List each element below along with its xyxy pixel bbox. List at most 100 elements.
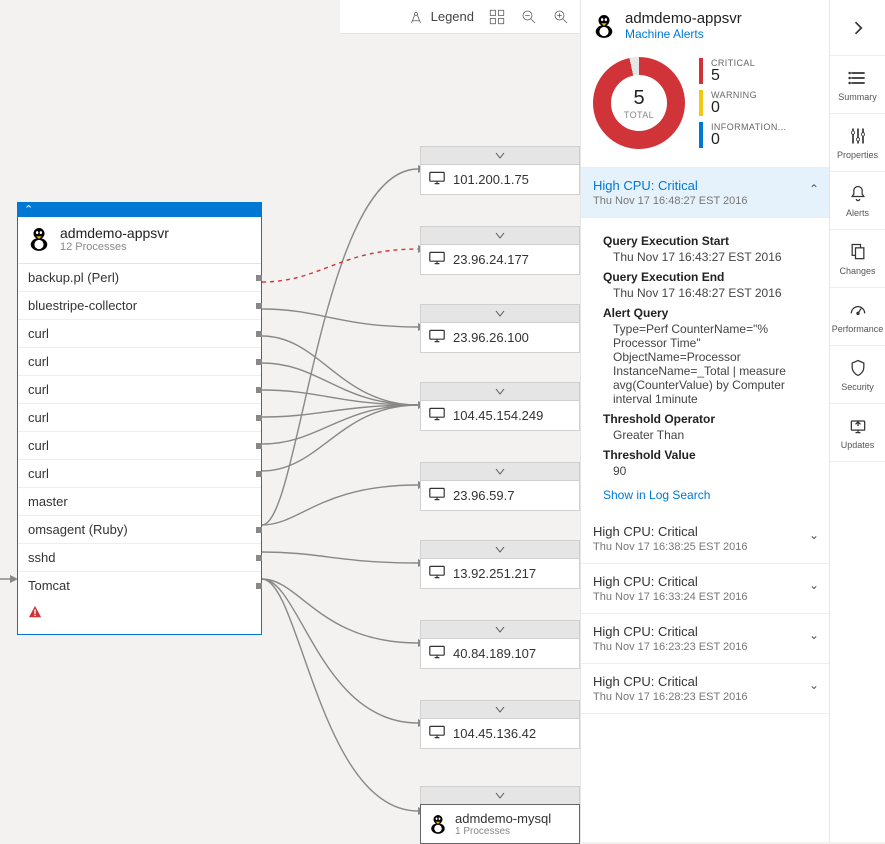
side-tab-security[interactable]: Security bbox=[830, 346, 885, 404]
side-tab-changes[interactable]: Changes bbox=[830, 230, 885, 288]
tab-label: Properties bbox=[837, 150, 878, 160]
side-tab-alerts[interactable]: Alerts bbox=[830, 172, 885, 230]
alert-time: Thu Nov 17 16:28:23 EST 2016 bbox=[593, 691, 817, 703]
target-label: 104.45.136.42 bbox=[453, 726, 536, 741]
target-collapse[interactable] bbox=[420, 304, 580, 322]
process-item[interactable]: curl bbox=[18, 460, 261, 488]
legend-button[interactable]: Legend bbox=[407, 8, 474, 26]
target-collapse[interactable] bbox=[420, 620, 580, 638]
alert-item[interactable]: High CPU: Critical Thu Nov 17 16:38:25 E… bbox=[581, 514, 829, 564]
target-label: 13.92.251.217 bbox=[453, 566, 536, 581]
target-collapse[interactable] bbox=[420, 786, 580, 804]
process-item[interactable]: curl bbox=[18, 376, 261, 404]
process-item[interactable]: bluestripe-collector bbox=[18, 292, 261, 320]
tab-label: Performance bbox=[832, 324, 884, 334]
process-item[interactable]: curl bbox=[18, 404, 261, 432]
alert-title: High CPU: Critical bbox=[593, 674, 817, 689]
tab-label: Security bbox=[841, 382, 874, 392]
zoom-in-button[interactable] bbox=[552, 8, 570, 26]
node-title: admdemo-appsvr bbox=[60, 225, 169, 241]
side-tab-updates[interactable]: Updates bbox=[830, 404, 885, 462]
count-critical: CRITICAL5 bbox=[699, 58, 786, 84]
chevron-down-icon: ⌄ bbox=[809, 678, 819, 692]
list-icon bbox=[848, 68, 868, 88]
target-collapse[interactable] bbox=[420, 540, 580, 558]
legend-icon bbox=[407, 8, 425, 26]
donut-chart: 5 TOTAL bbox=[593, 57, 685, 149]
process-item[interactable]: curl bbox=[18, 432, 261, 460]
zoom-out-button[interactable] bbox=[520, 8, 538, 26]
gauge-icon bbox=[848, 300, 868, 320]
process-item[interactable]: curl bbox=[18, 320, 261, 348]
sliders-icon bbox=[848, 126, 868, 146]
target-collapse[interactable] bbox=[420, 226, 580, 244]
collapse-icon: ⌃ bbox=[24, 203, 33, 216]
monitor-icon bbox=[429, 251, 445, 268]
linux-icon bbox=[429, 813, 447, 835]
process-item[interactable]: backup.pl (Perl) bbox=[18, 264, 261, 292]
field-label: Threshold Value bbox=[603, 448, 815, 462]
side-tab-performance[interactable]: Performance bbox=[830, 288, 885, 346]
target-node[interactable]: 40.84.189.107 bbox=[420, 620, 580, 669]
alert-item-expanded[interactable]: High CPU: Critical Thu Nov 17 16:48:27 E… bbox=[581, 168, 829, 218]
count-warning: WARNING0 bbox=[699, 90, 786, 116]
fit-icon bbox=[488, 8, 506, 26]
field-label: Threshold Operator bbox=[603, 412, 815, 426]
bell-icon bbox=[848, 184, 868, 204]
service-map-canvas[interactable]: Legend bbox=[0, 0, 580, 842]
target-node[interactable]: 101.200.1.75 bbox=[420, 146, 580, 195]
side-tab-summary[interactable]: Summary bbox=[830, 56, 885, 114]
tab-label: Alerts bbox=[846, 208, 869, 218]
target-node[interactable]: 23.96.59.7 bbox=[420, 462, 580, 511]
process-item[interactable]: curl bbox=[18, 348, 261, 376]
target-node[interactable]: 13.92.251.217 bbox=[420, 540, 580, 589]
chevron-right-icon bbox=[848, 18, 868, 38]
target-node[interactable]: 104.45.154.249 bbox=[420, 382, 580, 431]
target-collapse[interactable] bbox=[420, 382, 580, 400]
target-collapse[interactable] bbox=[420, 700, 580, 718]
zoom-in-icon bbox=[552, 8, 570, 26]
alert-item[interactable]: High CPU: Critical Thu Nov 17 16:23:23 E… bbox=[581, 614, 829, 664]
alert-summary: 5 TOTAL CRITICAL5 WARNING0 INFORMATION..… bbox=[581, 47, 829, 168]
chevron-down-icon bbox=[495, 232, 505, 240]
alert-item[interactable]: High CPU: Critical Thu Nov 17 16:28:23 E… bbox=[581, 664, 829, 714]
canvas-toolbar: Legend bbox=[340, 0, 580, 34]
fit-button[interactable] bbox=[488, 8, 506, 26]
target-node[interactable]: 23.96.24.177 bbox=[420, 226, 580, 275]
process-item[interactable]: sshd bbox=[18, 544, 261, 572]
update-icon bbox=[848, 416, 868, 436]
legend-label: Legend bbox=[431, 9, 474, 24]
target-node[interactable]: 104.45.136.42 bbox=[420, 700, 580, 749]
details-title: admdemo-appsvr bbox=[625, 10, 742, 27]
node-header-bar[interactable]: ⌃ bbox=[18, 203, 261, 217]
chevron-up-icon: ⌃ bbox=[809, 182, 819, 196]
source-machine-node[interactable]: ⌃ admdemo-appsvr 12 Processes backup.pl … bbox=[17, 202, 262, 635]
target-label: 104.45.154.249 bbox=[453, 408, 543, 423]
target-node-mysql[interactable]: admdemo-mysql 1 Processes bbox=[420, 786, 580, 844]
target-node[interactable]: 23.96.26.100 bbox=[420, 304, 580, 353]
field-value: Thu Nov 17 16:48:27 EST 2016 bbox=[603, 286, 815, 300]
alert-title: High CPU: Critical bbox=[593, 524, 817, 539]
target-label: 23.96.24.177 bbox=[453, 252, 529, 267]
details-header: admdemo-appsvr Machine Alerts bbox=[581, 0, 829, 47]
process-item[interactable]: omsagent (Ruby) bbox=[18, 516, 261, 544]
log-search-link[interactable]: Show in Log Search bbox=[603, 488, 815, 502]
target-collapse[interactable] bbox=[420, 462, 580, 480]
monitor-icon bbox=[429, 645, 445, 662]
field-value: 90 bbox=[603, 464, 815, 478]
total-label: TOTAL bbox=[624, 110, 654, 120]
zoom-out-icon bbox=[520, 8, 538, 26]
monitor-icon bbox=[429, 565, 445, 582]
side-tab-collapse[interactable] bbox=[830, 0, 885, 56]
chevron-down-icon bbox=[495, 546, 505, 554]
chevron-down-icon bbox=[495, 626, 505, 634]
side-tabs: Summary Properties Alerts Changes Perfor… bbox=[829, 0, 885, 842]
total-count: 5 bbox=[624, 87, 654, 110]
alert-item[interactable]: High CPU: Critical Thu Nov 17 16:33:24 E… bbox=[581, 564, 829, 614]
target-collapse[interactable] bbox=[420, 146, 580, 164]
process-item[interactable]: master bbox=[18, 488, 261, 516]
chevron-down-icon: ⌄ bbox=[809, 628, 819, 642]
field-label: Alert Query bbox=[603, 306, 815, 320]
process-item[interactable]: Tomcat bbox=[18, 572, 261, 599]
side-tab-properties[interactable]: Properties bbox=[830, 114, 885, 172]
